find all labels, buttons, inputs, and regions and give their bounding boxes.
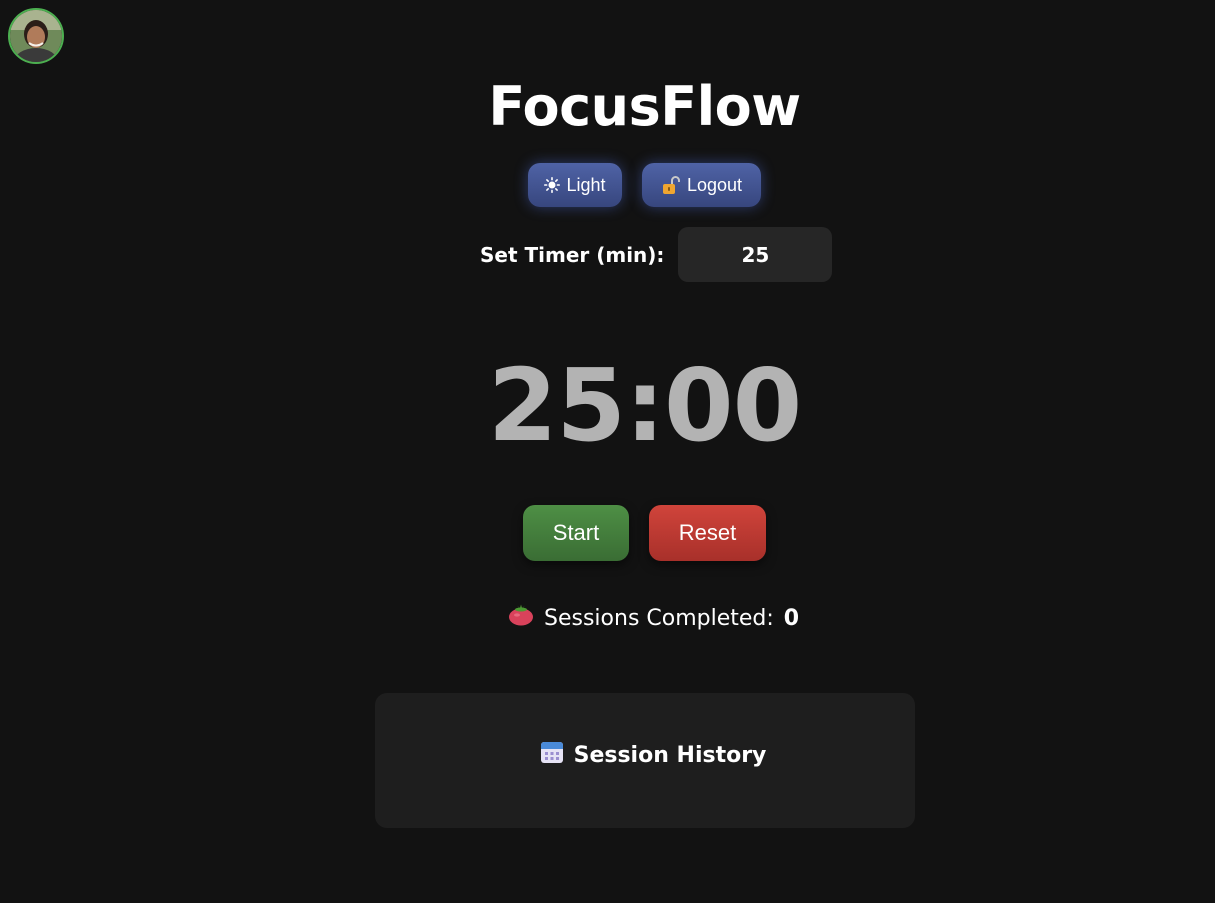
logout-label: Logout: [686, 174, 743, 195]
app-page: FocusFlow Light Logout Set Timer (min): …: [0, 0, 1215, 903]
sessions-completed: Sessions Completed: 0: [508, 604, 799, 632]
reset-button[interactable]: Reset: [649, 505, 766, 561]
app-title: FocusFlow: [488, 75, 801, 138]
calendar-icon: [540, 740, 564, 770]
session-history-heading: Session History: [383, 740, 923, 770]
theme-toggle-button[interactable]: Light: [528, 163, 622, 207]
tomato-icon: [508, 604, 534, 632]
timer-setting-label: Set Timer (min):: [480, 242, 665, 267]
sessions-count: 0: [783, 605, 800, 631]
avatar-image: [10, 10, 62, 62]
user-avatar[interactable]: [8, 8, 64, 64]
unlocked-padlock-icon: [661, 175, 681, 195]
countdown-display: 25:00: [487, 347, 802, 464]
timer-minutes-input[interactable]: [678, 227, 833, 282]
timer-controls: Start Reset: [523, 505, 766, 561]
start-button[interactable]: Start: [523, 505, 629, 561]
timer-setting: Set Timer (min):: [480, 227, 833, 282]
sessions-label: Sessions Completed:: [544, 605, 774, 631]
theme-toggle-label: Light: [566, 174, 606, 195]
session-history-card: Session History: [375, 693, 915, 828]
logout-button[interactable]: Logout: [642, 163, 761, 207]
header-buttons: Light Logout: [528, 163, 761, 207]
session-history-title: Session History: [573, 742, 767, 768]
sun-icon: [544, 177, 561, 193]
